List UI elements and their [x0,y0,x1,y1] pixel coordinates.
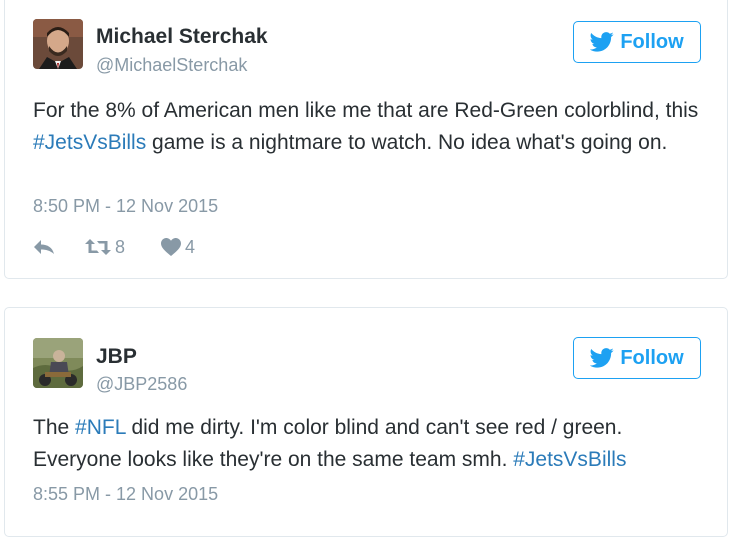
user-handle[interactable]: @JBP2586 [96,374,187,395]
retweet-button[interactable]: 8 [85,237,125,258]
display-name[interactable]: Michael Sterchak [96,25,268,49]
avatar[interactable] [33,338,83,388]
hashtag-link[interactable]: #JetsVsBills [33,131,146,154]
follow-button[interactable]: Follow [573,337,701,379]
follow-label: Follow [620,346,684,369]
tweet-timestamp[interactable]: 8:50 PM - 12 Nov 2015 [33,196,218,217]
like-button[interactable]: 4 [161,237,195,258]
tweet-text-part: The [33,416,76,439]
reply-icon [34,240,54,254]
like-count: 4 [185,236,196,257]
avatar-image [33,338,83,388]
tweet-text-part: For the 8% of American men like me that … [33,99,699,122]
tweet-actions: 8 4 [33,235,195,259]
twitter-bird-icon [590,348,614,368]
hashtag-link[interactable]: #JetsVsBills [513,448,626,471]
tweet-text: The #NFL did me dirty. I'm color blind a… [33,412,713,476]
user-handle[interactable]: @MichaelSterchak [96,55,247,76]
display-name[interactable]: JBP [96,345,137,369]
avatar[interactable] [33,19,83,69]
heart-icon [161,238,182,256]
tweet-card: Michael Sterchak @MichaelSterchak Follow… [4,0,728,279]
tweet-text: For the 8% of American men like me that … [33,95,713,159]
reply-button[interactable] [33,239,55,255]
hashtag-link[interactable]: #NFL [75,416,126,439]
tweet-card: JBP @JBP2586 Follow The #NFL did me dirt… [4,307,728,537]
twitter-bird-icon [590,32,614,52]
retweet-icon [85,239,111,255]
tweet-timestamp[interactable]: 8:55 PM - 12 Nov 2015 [33,484,218,505]
follow-label: Follow [620,30,684,53]
tweet-text-part: game is a nightmare to watch. No idea wh… [146,131,668,154]
follow-button[interactable]: Follow [573,21,701,63]
retweet-count: 8 [115,236,126,257]
avatar-image [33,19,83,69]
